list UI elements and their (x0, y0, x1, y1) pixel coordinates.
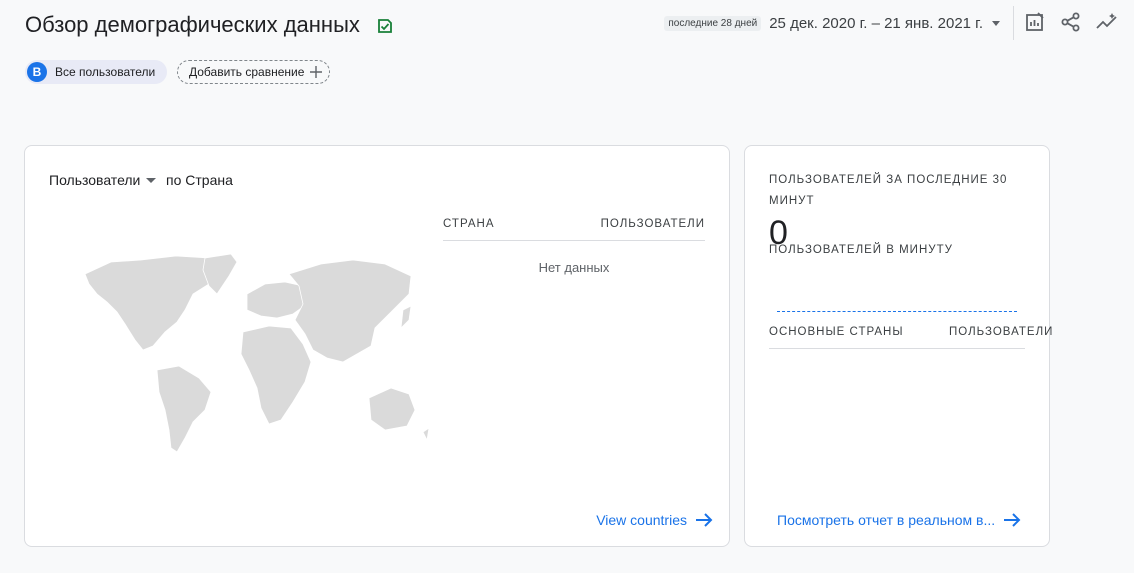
arrow-right-icon (696, 513, 713, 527)
realtime-subtitle: ПОЛЬЗОВАТЕЛЕЙ В МИНУТУ (769, 244, 953, 256)
add-comparison-label: Добавить сравнение (189, 65, 305, 79)
map-region-europe (246, 281, 308, 319)
date-range-badge: последние 28 дней (664, 15, 762, 31)
view-countries-link[interactable]: View countries (596, 511, 713, 529)
map-region-south-america (156, 365, 212, 453)
empty-state-text: Нет данных (538, 260, 610, 275)
add-comparison-button[interactable]: Добавить сравнение (177, 60, 331, 84)
segment-avatar: В (27, 62, 47, 82)
realtime-title: ПОЛЬЗОВАТЕЛЕЙ ЗА ПОСЛЕДНИЕ 30 МИНУТ (769, 174, 1008, 207)
view-countries-label: View countries (596, 512, 687, 528)
share-icon[interactable] (1060, 11, 1082, 33)
verified-check-icon (378, 19, 392, 33)
column-header-top-countries: ОСНОВНЫЕ СТРАНЫ (769, 326, 904, 338)
map-region-africa (240, 325, 312, 425)
users-per-minute-sparkline (777, 311, 1017, 312)
view-realtime-report-link[interactable]: Посмотреть отчет в реальном в... (777, 511, 1021, 529)
map-region-asia (288, 259, 412, 363)
toolbar-divider (1013, 6, 1014, 40)
metric-label: Пользователи (49, 172, 141, 188)
map-region-greenland (202, 254, 238, 295)
page-title: Обзор демографических данных (25, 12, 360, 37)
arrow-right-icon (1004, 513, 1021, 527)
column-header-country[interactable]: СТРАНА (443, 218, 495, 230)
map-region-australia (368, 387, 416, 431)
chevron-down-icon (992, 21, 1000, 26)
world-map (84, 254, 430, 453)
column-header-users[interactable]: ПОЛЬЗОВАТЕЛИ (601, 218, 705, 230)
segment-label: Все пользователи (55, 65, 156, 79)
users-by-country-card: Пользователи по Страна СТРАНА ПОЛЬЗОВАТЕ… (24, 145, 730, 547)
view-realtime-label: Посмотреть отчет в реальном в... (777, 512, 996, 528)
realtime-card: ПОЛЬЗОВАТЕЛЕЙ ЗА ПОСЛЕДНИЕ 30 МИНУТ 0 ПО… (744, 145, 1052, 547)
date-range-picker[interactable]: последние 28 дней 25 дек. 2020 г. – 21 я… (664, 13, 1001, 33)
country-table-header: СТРАНА ПОЛЬЗОВАТЕЛИ (443, 218, 705, 241)
top-countries-header: ОСНОВНЫЕ СТРАНЫ ПОЛЬЗОВАТЕЛИ (769, 326, 1052, 349)
customize-report-icon[interactable] (1024, 11, 1046, 33)
segment-chip-all-users[interactable]: В Все пользователи (25, 60, 168, 84)
map-region-japan (400, 305, 412, 330)
metric-dropdown[interactable]: Пользователи (49, 172, 162, 188)
plus-icon (310, 66, 323, 78)
insights-icon[interactable] (1096, 11, 1118, 33)
map-region-new-zealand (422, 427, 430, 442)
dimension-label: по Страна (166, 172, 233, 188)
column-header-users: ПОЛЬЗОВАТЕЛИ (949, 326, 1054, 338)
date-range-text: 25 дек. 2020 г. – 21 янв. 2021 г. (769, 14, 983, 32)
chevron-down-icon (146, 178, 157, 183)
